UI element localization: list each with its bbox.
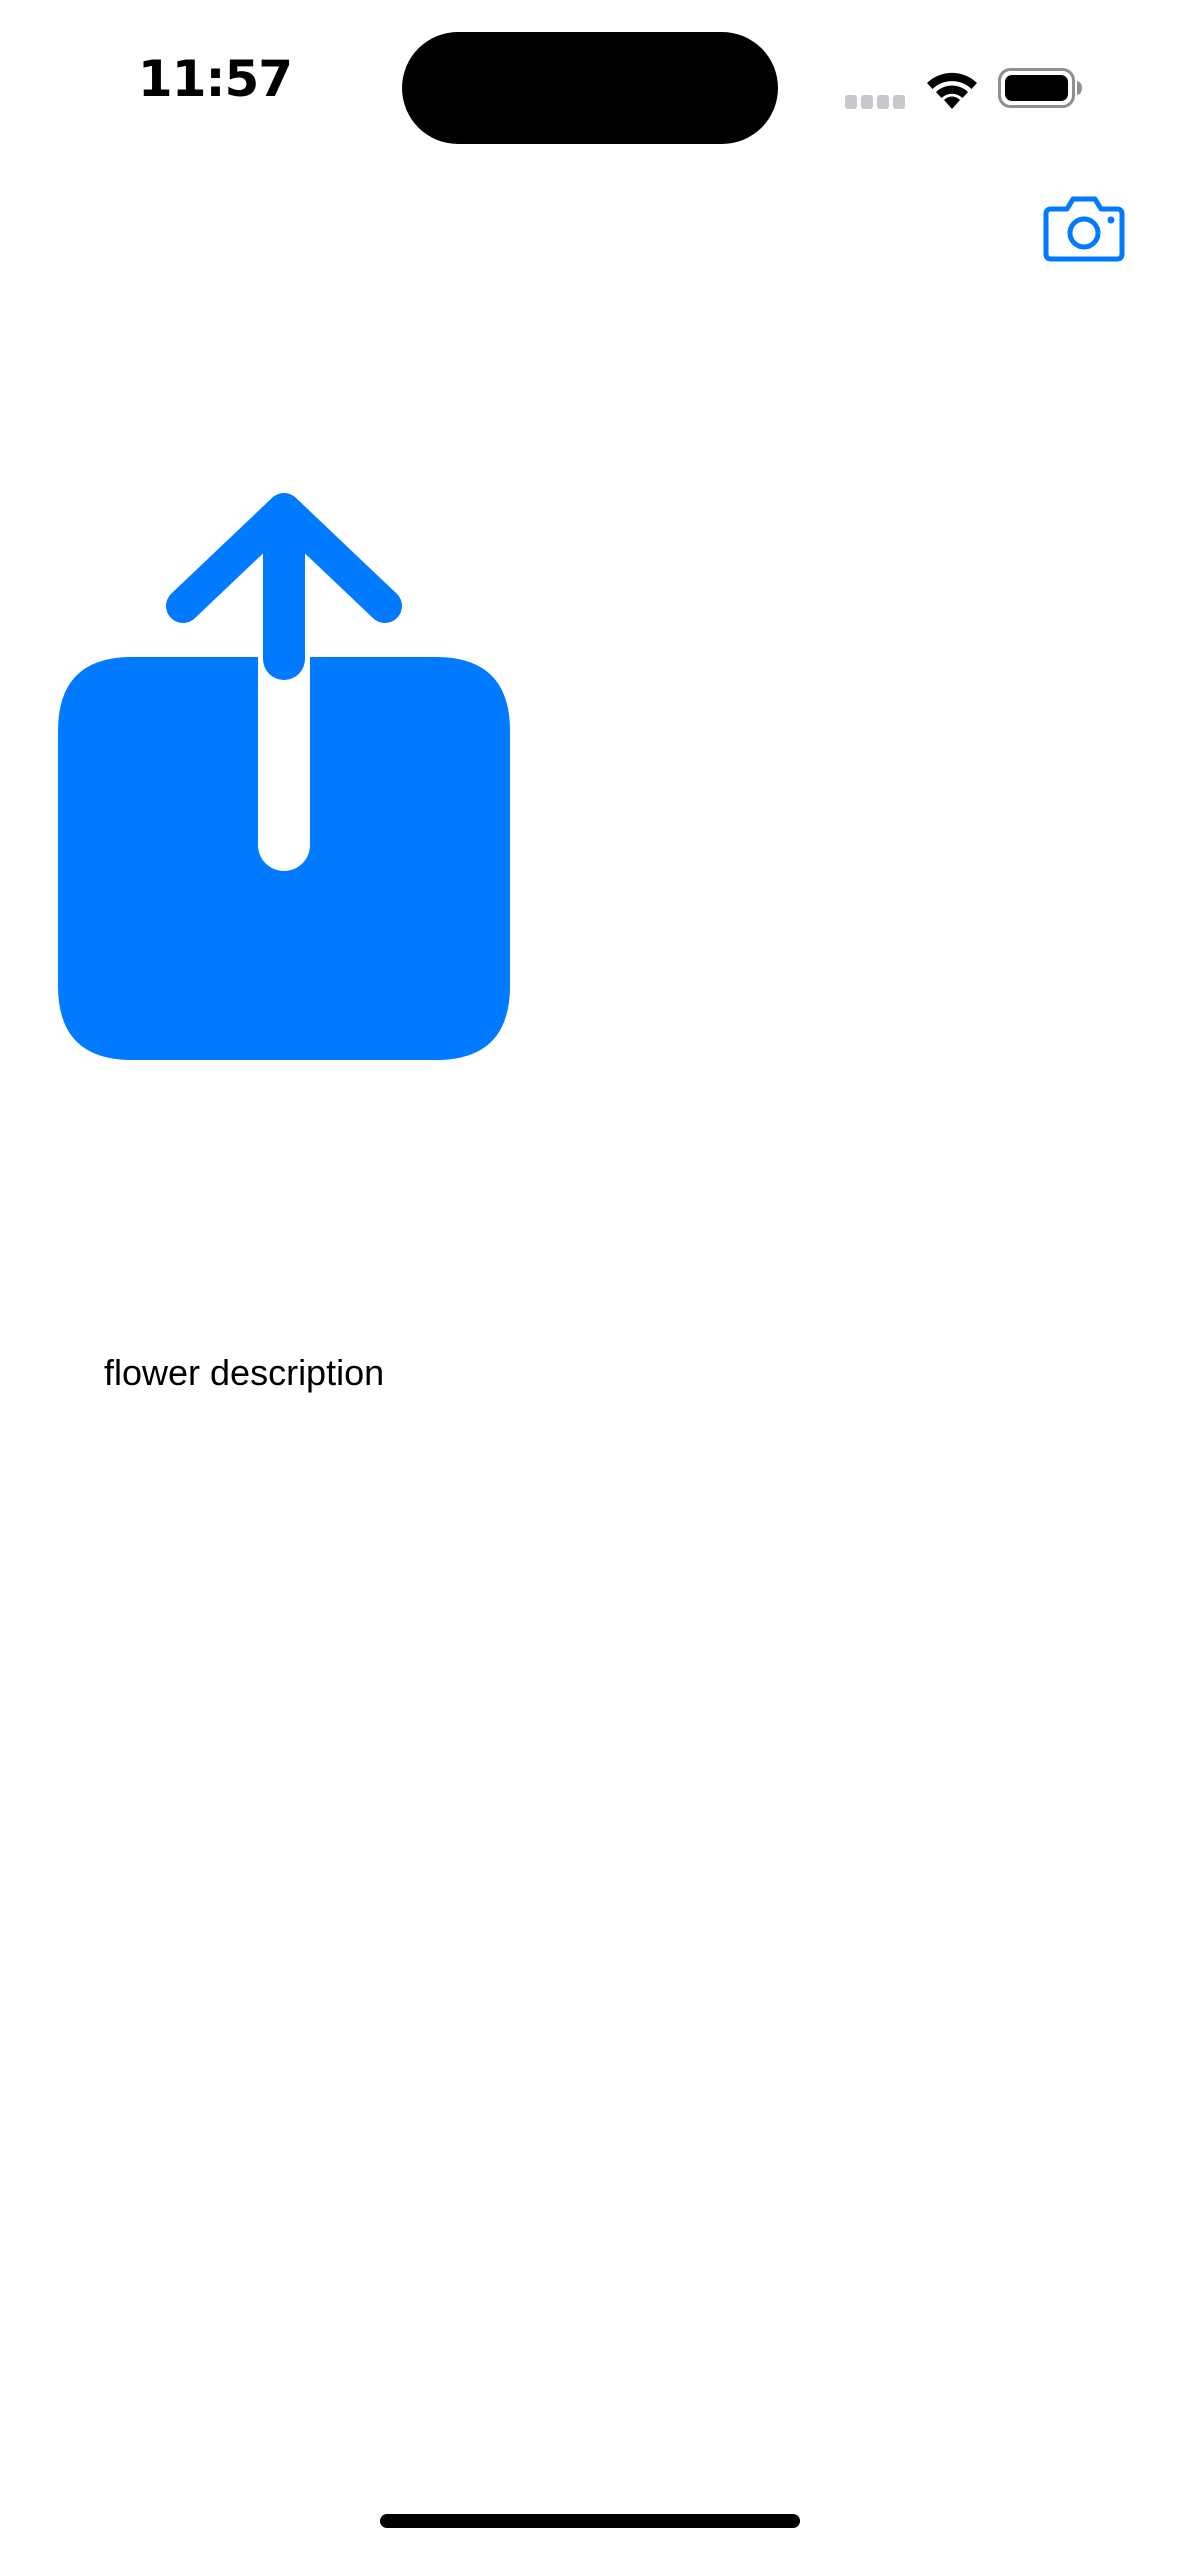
wifi-icon <box>927 72 977 109</box>
status-time: 11:57 <box>137 50 293 108</box>
flower-description: flower description <box>104 1352 385 1393</box>
share-icon <box>58 493 510 1060</box>
camera-button[interactable] <box>1040 192 1128 264</box>
status-bar: 11:57 <box>0 0 1179 170</box>
battery-icon <box>998 68 1082 108</box>
dynamic-island <box>402 32 778 144</box>
cellular-signal-icon <box>845 95 905 109</box>
home-indicator[interactable] <box>380 2514 800 2528</box>
